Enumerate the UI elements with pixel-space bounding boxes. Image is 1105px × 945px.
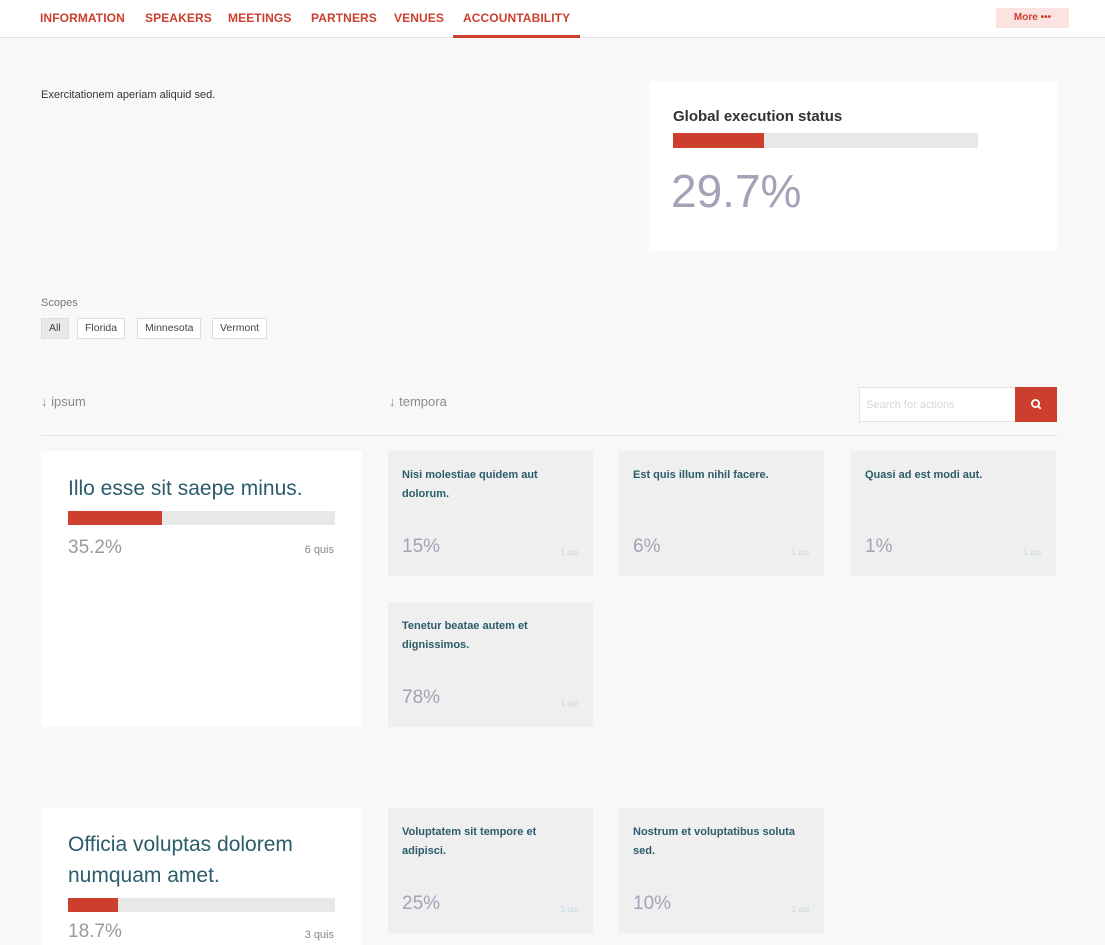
result-card[interactable]: Nisi molestiae quidem aut dolorum. 15% 1…: [388, 451, 593, 576]
result-percent: 10%: [633, 893, 672, 914]
result-count: 1 qui: [560, 905, 578, 914]
search-input[interactable]: [859, 387, 1015, 422]
result-title: Nisi molestiae quidem aut dolorum.: [402, 469, 538, 500]
result-percent: 25%: [402, 893, 441, 914]
nav-item-venues[interactable]: VENUES: [394, 0, 444, 38]
category-count: 3 quis: [304, 929, 334, 941]
intro-text: Exercitationem aperiam aliquid sed.: [41, 89, 216, 101]
result-card[interactable]: Tenetur beatae autem et dignissimos. 78%…: [388, 602, 593, 727]
scope-vermont[interactable]: Vermont: [212, 318, 268, 339]
category-progress-fill: [68, 898, 118, 912]
result-card[interactable]: Nostrum et voluptatibus soluta sed. 10% …: [619, 808, 824, 933]
result-card[interactable]: Voluptatem sit tempore et adipisci. 25% …: [388, 808, 593, 933]
category-percent: 35.2%: [68, 537, 122, 558]
nav-item-speakers[interactable]: SPEAKERS: [145, 0, 212, 38]
global-status-value: 29.7%: [671, 165, 802, 217]
result-title: Quasi ad est modi aut.: [865, 469, 983, 481]
result-title: Voluptatem sit tempore et adipisci.: [402, 826, 537, 857]
nav-item-information[interactable]: INFORMATION: [40, 0, 125, 38]
result-count: 1 qui: [1023, 548, 1041, 557]
top-nav: INFORMATION SPEAKERS MEETINGS PARTNERS V…: [0, 0, 1105, 38]
result-title: Nostrum et voluptatibus soluta sed.: [633, 826, 795, 857]
sort-header-ipsum[interactable]: ↓ ipsum: [41, 394, 86, 409]
result-card[interactable]: Est quis illum nihil facere. 6% 1 qui: [619, 451, 824, 576]
global-status-card: Global execution status 29.7%: [649, 81, 1057, 251]
global-progress-bar: [673, 133, 978, 148]
divider: [41, 435, 1057, 436]
nav-item-accountability[interactable]: ACCOUNTABILITY: [453, 0, 581, 38]
sort-header-tempora[interactable]: ↓ tempora: [389, 394, 447, 409]
search-icon: [1030, 398, 1042, 410]
scope-all[interactable]: All: [41, 318, 69, 339]
result-percent: 78%: [402, 687, 441, 708]
result-percent: 1%: [865, 536, 893, 557]
category-count: 6 quis: [304, 544, 334, 556]
result-count: 1 qui: [560, 699, 578, 708]
category-progress-fill: [68, 511, 162, 525]
scope-florida[interactable]: Florida: [77, 318, 126, 339]
category-card[interactable]: Officia voluptas dolorem numquam amet. 1…: [41, 808, 362, 945]
result-count: 1 qui: [791, 905, 809, 914]
global-progress-fill: [673, 133, 764, 148]
category-progress-bar: [68, 511, 335, 525]
result-card[interactable]: Quasi ad est modi aut. 1% 1 qui: [851, 451, 1056, 576]
category-percent: 18.7%: [68, 921, 122, 942]
category-card[interactable]: Illo esse sit saepe minus. 35.2% 6 quis: [41, 451, 362, 727]
search-button[interactable]: [1015, 387, 1057, 422]
scopes-label: Scopes: [41, 297, 78, 309]
result-percent: 15%: [402, 536, 441, 557]
category-progress-bar: [68, 898, 335, 912]
result-count: 1 qui: [560, 548, 578, 557]
result-percent: 6%: [633, 536, 661, 557]
nav-item-partners[interactable]: PARTNERS: [311, 0, 377, 38]
result-title: Est quis illum nihil facere.: [633, 469, 769, 481]
scope-minnesota[interactable]: Minnesota: [137, 318, 202, 339]
category-title: Officia voluptas dolorem numquam amet.: [68, 833, 293, 887]
more-button[interactable]: More •••: [996, 8, 1069, 28]
result-title: Tenetur beatae autem et dignissimos.: [402, 620, 528, 651]
nav-item-meetings[interactable]: MEETINGS: [228, 0, 291, 38]
global-status-title: Global execution status: [673, 108, 843, 125]
result-count: 1 qui: [791, 548, 809, 557]
category-title: Illo esse sit saepe minus.: [68, 477, 303, 500]
